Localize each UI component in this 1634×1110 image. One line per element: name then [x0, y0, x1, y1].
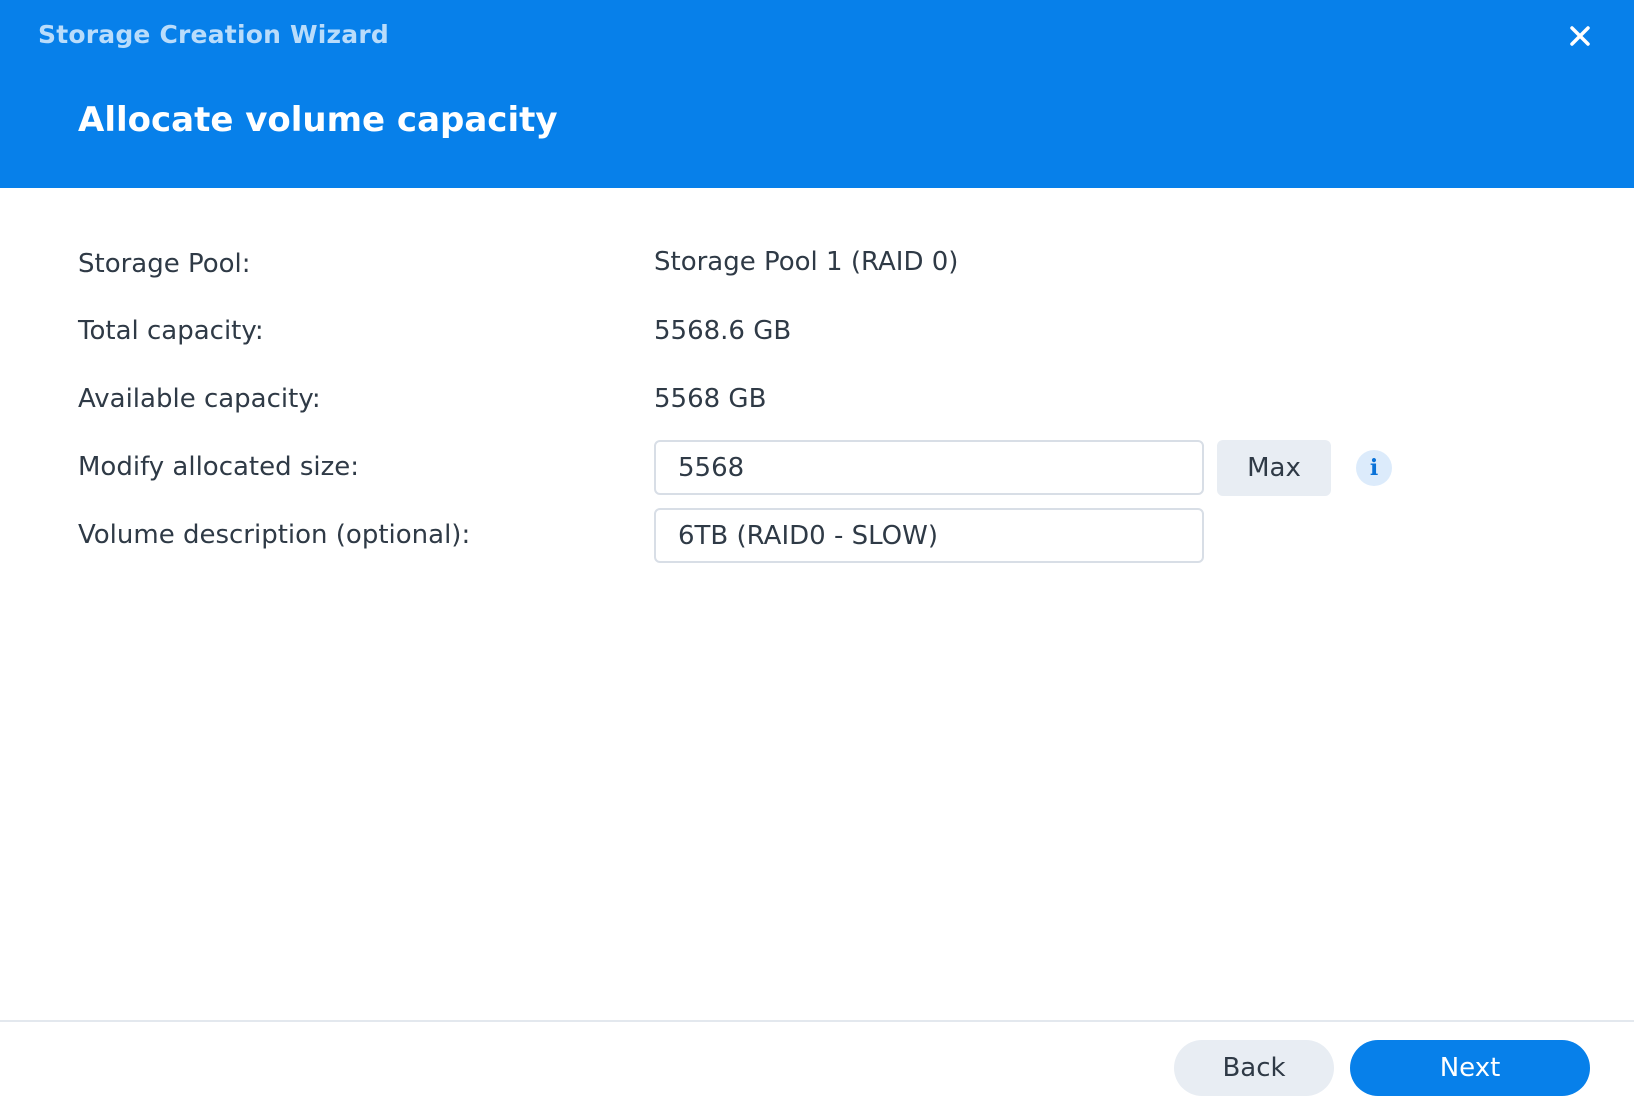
storage-pool-label: Storage Pool:: [78, 249, 251, 279]
wizard-header: Storage Creation Wizard Allocate volume …: [0, 0, 1634, 188]
max-button[interactable]: Max: [1217, 440, 1331, 496]
window-title: Storage Creation Wizard: [38, 20, 389, 49]
allocated-size-input[interactable]: [654, 440, 1204, 495]
allocated-size-label: Modify allocated size:: [78, 452, 360, 482]
info-icon[interactable]: i: [1356, 450, 1392, 486]
storage-pool-value: Storage Pool 1 (RAID 0): [654, 247, 959, 277]
total-capacity-label: Total capacity:: [78, 316, 264, 346]
storage-creation-wizard: Storage Creation Wizard Allocate volume …: [0, 0, 1634, 1110]
next-button[interactable]: Next: [1350, 1040, 1590, 1096]
volume-description-label: Volume description (optional):: [78, 520, 471, 550]
back-button[interactable]: Back: [1174, 1040, 1334, 1096]
total-capacity-value: 5568.6 GB: [654, 316, 792, 346]
step-title: Allocate volume capacity: [78, 100, 558, 140]
available-capacity-label: Available capacity:: [78, 384, 321, 414]
footer-divider: [0, 1020, 1634, 1022]
close-button[interactable]: [1562, 18, 1598, 54]
close-icon: [1570, 26, 1590, 46]
available-capacity-value: 5568 GB: [654, 384, 767, 414]
wizard-content: Storage Pool: Storage Pool 1 (RAID 0) To…: [0, 188, 1634, 1020]
volume-description-input[interactable]: [654, 508, 1204, 563]
